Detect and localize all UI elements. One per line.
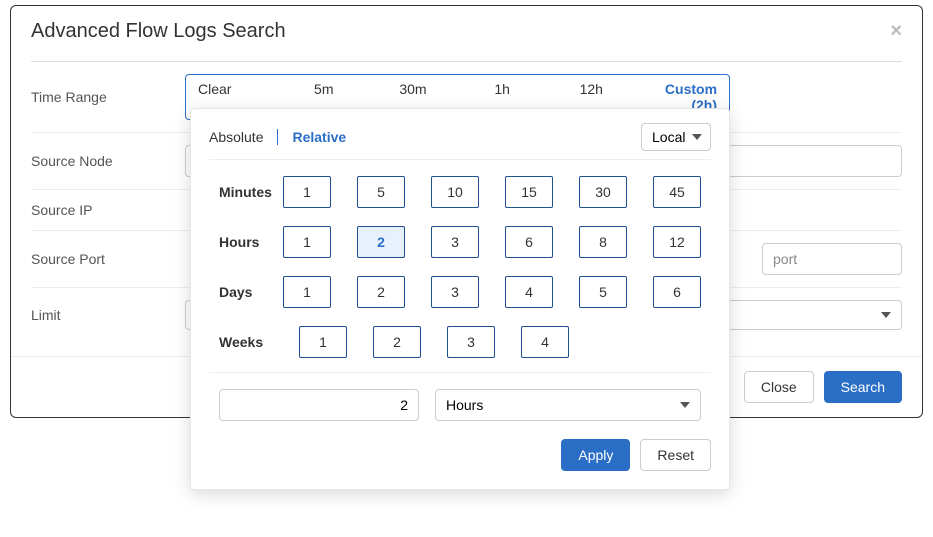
label-source-port: Source Port [31, 251, 185, 267]
source-port-input[interactable] [762, 243, 902, 275]
timezone-select[interactable]: Local [641, 123, 711, 151]
search-button[interactable]: Search [824, 371, 902, 403]
custom-unit-select[interactable]: Hours [435, 389, 701, 421]
hours-2[interactable]: 2 [357, 226, 405, 258]
weeks-4[interactable]: 4 [521, 326, 569, 358]
custom-value-input[interactable] [219, 389, 419, 421]
label-limit: Limit [31, 307, 185, 323]
tab-absolute[interactable]: Absolute [209, 129, 263, 145]
minutes-15[interactable]: 15 [505, 176, 553, 208]
tab-relative[interactable]: Relative [292, 129, 346, 145]
popover-footer: Apply Reset [209, 439, 711, 471]
time-range-popover: Absolute Relative Local Minutes 1 5 10 1… [190, 108, 730, 490]
weeks-1[interactable]: 1 [299, 326, 347, 358]
minutes-45[interactable]: 45 [653, 176, 701, 208]
days-3[interactable]: 3 [431, 276, 479, 308]
row-days: Days 1 2 3 4 5 6 [219, 276, 701, 308]
apply-button[interactable]: Apply [561, 439, 630, 471]
row-hours: Hours 1 2 3 6 8 12 [219, 226, 701, 258]
close-button[interactable]: Close [744, 371, 814, 403]
minutes-5[interactable]: 5 [357, 176, 405, 208]
close-icon[interactable]: × [890, 20, 902, 43]
hours-8[interactable]: 8 [579, 226, 627, 258]
custom-input-row: Hours [209, 372, 711, 421]
label-source-node: Source Node [31, 153, 185, 169]
days-6[interactable]: 6 [653, 276, 701, 308]
days-2[interactable]: 2 [357, 276, 405, 308]
relative-grid: Minutes 1 5 10 15 30 45 Hours 1 2 3 6 8 … [209, 176, 711, 358]
hours-1[interactable]: 1 [283, 226, 331, 258]
label-minutes: Minutes [219, 184, 283, 200]
modal-header: Advanced Flow Logs Search × [11, 6, 922, 57]
row-minutes: Minutes 1 5 10 15 30 45 [219, 176, 701, 208]
modal-title: Advanced Flow Logs Search [31, 20, 286, 43]
reset-button[interactable]: Reset [640, 439, 711, 471]
tab-group: Absolute Relative [209, 129, 346, 145]
minutes-30[interactable]: 30 [579, 176, 627, 208]
minutes-1[interactable]: 1 [283, 176, 331, 208]
label-source-ip: Source IP [31, 202, 185, 218]
label-days: Days [219, 284, 283, 300]
popover-header: Absolute Relative Local [209, 123, 711, 160]
label-time-range: Time Range [31, 89, 185, 105]
row-weeks: Weeks 1 2 3 4 [219, 326, 701, 358]
hours-3[interactable]: 3 [431, 226, 479, 258]
days-4[interactable]: 4 [505, 276, 553, 308]
hours-6[interactable]: 6 [505, 226, 553, 258]
weeks-3[interactable]: 3 [447, 326, 495, 358]
days-1[interactable]: 1 [283, 276, 331, 308]
minutes-10[interactable]: 10 [431, 176, 479, 208]
label-weeks: Weeks [219, 334, 299, 350]
days-5[interactable]: 5 [579, 276, 627, 308]
weeks-2[interactable]: 2 [373, 326, 421, 358]
label-hours: Hours [219, 234, 283, 250]
tab-separator [277, 129, 278, 145]
hours-12[interactable]: 12 [653, 226, 701, 258]
